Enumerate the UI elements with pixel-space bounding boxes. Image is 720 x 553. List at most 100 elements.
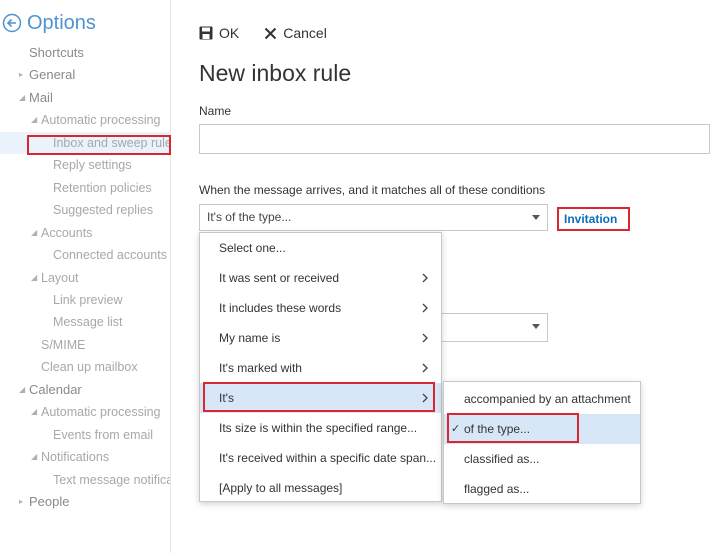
sidebar-item[interactable]: Events from email xyxy=(0,424,170,446)
condition-menu-item-label: Its size is within the specified range..… xyxy=(219,421,418,435)
back-to-options[interactable]: Options xyxy=(2,10,96,36)
collapse-triangle-icon[interactable]: ◢ xyxy=(31,267,37,289)
condition-menu-item[interactable]: It's xyxy=(200,383,441,413)
sidebar-item[interactable]: ◢ Accounts xyxy=(0,222,170,244)
sidebar-item[interactable]: Clean up mailbox xyxy=(0,356,170,378)
sidebar-item-label: Automatic processing xyxy=(41,113,161,128)
sidebar-item-label: Text message notifications xyxy=(53,472,170,487)
sidebar-item[interactable]: ▸ General xyxy=(0,64,170,86)
sidebar-item[interactable]: ◢ Automatic processing xyxy=(0,401,170,423)
cancel-button[interactable]: Cancel xyxy=(264,25,327,41)
sidebar-item[interactable]: Connected accounts xyxy=(0,244,170,266)
sidebar-item[interactable]: ▸ People xyxy=(0,491,170,513)
ok-label: OK xyxy=(219,25,240,41)
collapse-triangle-icon[interactable]: ◢ xyxy=(19,379,25,401)
chevron-right-icon xyxy=(422,363,428,373)
sidebar-item-label: Shortcuts xyxy=(29,45,84,60)
sidebar-item[interactable]: Retention policies xyxy=(0,177,170,199)
its-submenu: accompanied by an attachment ✓ of the type… xyxy=(443,381,641,504)
sidebar-item[interactable]: ◢ Layout xyxy=(0,267,170,289)
close-icon xyxy=(265,27,277,39)
condition-menu-item[interactable]: It's received within a specific date spa… xyxy=(200,443,441,473)
chevron-right-icon xyxy=(422,393,428,403)
page-title: New inbox rule xyxy=(199,60,352,86)
condition-menu-item[interactable]: [Apply to all messages] xyxy=(200,473,441,503)
expand-triangle-icon[interactable]: ▸ xyxy=(19,64,23,86)
collapse-triangle-icon[interactable]: ◢ xyxy=(19,87,25,109)
chevron-right-icon xyxy=(422,333,428,343)
condition-menu-item[interactable]: It's marked with xyxy=(200,353,441,383)
sidebar-item[interactable]: Link preview xyxy=(0,289,170,311)
condition-menu-item-label: It's xyxy=(219,391,234,405)
sidebar-item[interactable]: ◢ Notifications xyxy=(0,446,170,468)
sidebar-item[interactable]: Text message notifications xyxy=(0,469,170,491)
options-sidebar: Options Shortcuts ▸ General ◢ Mail ◢ Automatic… xyxy=(0,0,171,553)
sidebar-item[interactable]: S/MIME xyxy=(0,334,170,356)
sidebar-item-label: Message list xyxy=(53,315,123,330)
sidebar-item-label: Suggested replies xyxy=(53,203,154,218)
condition-menu-item[interactable]: Its size is within the specified range..… xyxy=(200,413,441,443)
condition-menu-item-label: My name is xyxy=(219,331,281,345)
sidebar-item-label: People xyxy=(29,494,70,509)
chevron-right-icon xyxy=(422,273,428,283)
condition-dropdown[interactable]: It's of the type... xyxy=(199,204,548,231)
submenu-item[interactable]: ✓ of the type... xyxy=(444,414,640,444)
condition-menu-item[interactable]: It includes these words xyxy=(200,293,441,323)
options-title: Options xyxy=(27,11,96,34)
checkmark-icon: ✓ xyxy=(451,423,461,435)
condition-menu-item[interactable]: My name is xyxy=(200,323,441,353)
condition-menu-item[interactable]: Select one... xyxy=(200,233,441,263)
sidebar-item-label: Retention policies xyxy=(53,180,152,195)
collapse-triangle-icon[interactable]: ◢ xyxy=(31,222,37,244)
sidebar-item-label: Accounts xyxy=(41,225,93,240)
sidebar-item[interactable]: ◢ Mail xyxy=(0,87,170,109)
sidebar-item-label: Notifications xyxy=(41,450,110,465)
condition-selected-value: It's of the type... xyxy=(207,210,292,224)
collapse-triangle-icon[interactable]: ◢ xyxy=(31,446,37,468)
sidebar-item[interactable]: Reply settings xyxy=(0,154,170,176)
save-icon xyxy=(199,26,213,40)
sidebar-item[interactable]: Inbox and sweep rules xyxy=(0,131,171,154)
sidebar-item[interactable]: Shortcuts xyxy=(0,42,170,64)
condition-menu-item-label: It's marked with xyxy=(219,361,302,375)
condition-menu: Select one... It was sent or received It i… xyxy=(199,232,442,502)
expand-triangle-icon[interactable]: ▸ xyxy=(19,491,23,513)
sidebar-item-label: General xyxy=(29,67,76,83)
sidebar-item-label: Clean up mailbox xyxy=(41,360,138,375)
submenu-item[interactable]: accompanied by an attachment xyxy=(444,384,640,414)
submenu-item[interactable]: classified as... xyxy=(444,444,640,474)
sidebar-item[interactable]: ◢ Automatic processing xyxy=(0,109,170,131)
submenu-item-label: accompanied by an attachment xyxy=(464,392,631,406)
condition-menu-item-label: [Apply to all messages] xyxy=(219,481,343,495)
sidebar-item-label: Automatic processing xyxy=(41,405,161,420)
back-arrow-icon[interactable] xyxy=(2,13,22,33)
condition-value-link[interactable]: Invitation xyxy=(557,207,630,231)
submenu-item[interactable]: flagged as... xyxy=(444,474,640,504)
sidebar-item[interactable]: Suggested replies xyxy=(0,199,170,221)
chevron-down-icon xyxy=(532,324,540,329)
action-dropdown[interactable] xyxy=(430,313,548,342)
chevron-down-icon xyxy=(532,215,540,220)
sidebar-item-label: S/MIME xyxy=(41,337,86,352)
sidebar-item-label: Connected accounts xyxy=(53,248,167,263)
sidebar-item-label: Events from email xyxy=(53,427,154,442)
sidebar-item-label: Calendar xyxy=(29,381,82,397)
sidebar-item-label: Mail xyxy=(29,89,53,105)
condition-menu-item-label: It was sent or received xyxy=(219,271,340,285)
collapse-triangle-icon[interactable]: ◢ xyxy=(31,109,37,131)
rule-name-input[interactable] xyxy=(199,124,710,154)
submenu-item-label: classified as... xyxy=(464,452,540,466)
sidebar-item[interactable]: Message list xyxy=(0,311,170,333)
condition-menu-item-label: Select one... xyxy=(219,241,286,255)
sidebar-item-label: Link preview xyxy=(53,292,123,307)
sidebar-item[interactable]: ◢ Calendar xyxy=(0,379,170,401)
submenu-item-label: of the type... xyxy=(464,422,531,436)
submenu-item-label: flagged as... xyxy=(464,482,530,496)
condition-menu-item[interactable]: It was sent or received xyxy=(200,263,441,293)
collapse-triangle-icon[interactable]: ◢ xyxy=(31,401,37,423)
conditions-label: When the message arrives, and it matches… xyxy=(199,183,546,197)
condition-menu-item-label: It's received within a specific date spa… xyxy=(219,451,437,465)
ok-button[interactable]: OK xyxy=(199,25,239,41)
toolbar: OK Cancel xyxy=(199,22,327,44)
sidebar-item-label: Inbox and sweep rules xyxy=(53,135,171,150)
